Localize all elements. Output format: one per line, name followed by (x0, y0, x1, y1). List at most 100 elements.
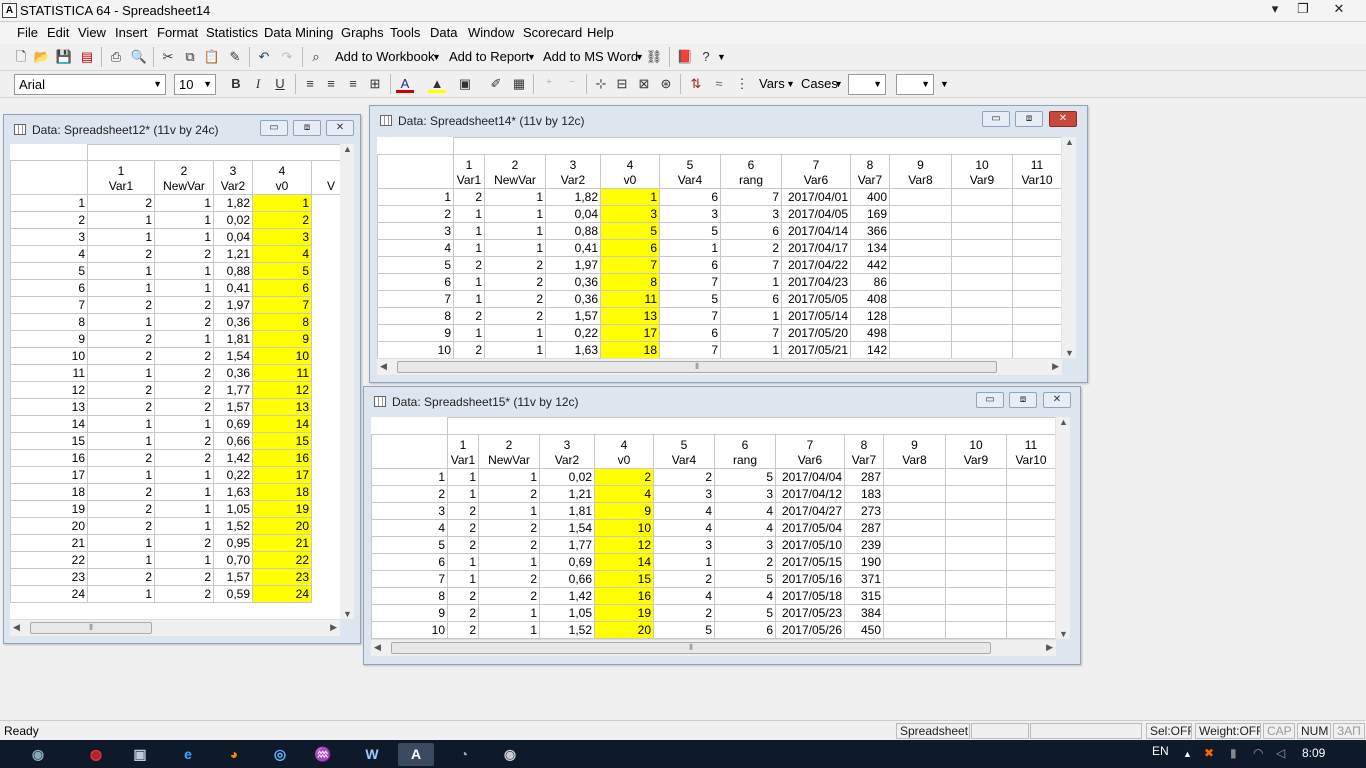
table-cell[interactable]: 1,42 (539, 587, 595, 605)
table-cell[interactable]: 1 (484, 205, 546, 223)
ie-icon[interactable]: e (170, 743, 206, 766)
table-cell[interactable]: 13 (600, 307, 660, 325)
table-cell[interactable]: 0,95 (213, 534, 253, 552)
table-cell[interactable]: 0,66 (539, 570, 595, 588)
table-cell[interactable]: 1,77 (213, 381, 253, 399)
table-cell[interactable]: 273 (844, 502, 884, 520)
table-row[interactable]: 4 1 1 0,41 6 1 2 2017/04/17 134 (377, 239, 1061, 257)
table-cell[interactable]: 2 (478, 536, 540, 554)
column-header[interactable]: 4 v0 (594, 434, 654, 469)
table-cell[interactable]: 4 (252, 245, 312, 263)
table-cell[interactable] (889, 290, 952, 308)
table-cell[interactable]: 0,59 (213, 585, 253, 603)
font-size-select[interactable]: 10 ▼ (174, 74, 216, 95)
table-cell[interactable]: 1 (484, 239, 546, 257)
column-header[interactable]: 4 v0 (600, 154, 660, 189)
menu-view[interactable]: View (78, 25, 106, 40)
row-number[interactable]: 2 (377, 205, 454, 223)
table-cell[interactable]: 12 (252, 381, 312, 399)
table-cell[interactable] (945, 485, 1007, 503)
table-row[interactable]: 14 1 1 0,69 14 (10, 415, 348, 433)
table-cell[interactable]: 3 (600, 205, 660, 223)
row-number[interactable]: 12 (10, 381, 88, 399)
table-row[interactable]: 8 2 2 1,42 16 4 4 2017/05/18 315 (371, 587, 1055, 605)
table-cell[interactable]: 4 (653, 519, 715, 537)
table-cell[interactable]: 2017/05/10 (775, 536, 845, 554)
table-cell[interactable]: 3 (653, 536, 715, 554)
antivirus-icon[interactable]: ✖ (1204, 746, 1214, 760)
table-cell[interactable]: 14 (252, 415, 312, 433)
table-cell[interactable]: 1,81 (213, 330, 253, 348)
table-cell[interactable] (951, 188, 1013, 206)
table-cell[interactable]: 0,22 (545, 324, 601, 342)
table-cell[interactable]: 2 (453, 256, 485, 274)
column-header[interactable]: 7 Var6 (775, 434, 845, 469)
table-row[interactable]: 7 2 2 1,97 7 (10, 296, 348, 314)
table-cell[interactable] (1005, 536, 1055, 554)
row-number[interactable]: 19 (10, 500, 88, 518)
table-cell[interactable]: 0,70 (213, 551, 253, 569)
table-row[interactable]: 2 1 1 0,04 3 3 3 2017/04/05 169 (377, 205, 1061, 223)
table-cell[interactable]: 1,21 (539, 485, 595, 503)
table-cell[interactable]: 1 (154, 211, 214, 229)
table-cell[interactable] (1011, 222, 1061, 240)
scroll-thumb[interactable]: ⦀ (397, 361, 997, 373)
table-cell[interactable]: 287 (844, 519, 884, 537)
table-cell[interactable]: 19 (252, 500, 312, 518)
table-cell[interactable] (945, 621, 1007, 639)
row-number[interactable]: 1 (377, 188, 454, 206)
spreadsheet15-grid[interactable]: 1 Var1 2 NewVar 3 Var2 4 v0 5 Var4 6 rang 7 Var6 8 Var7… (371, 417, 1055, 639)
table-cell[interactable]: 1,57 (213, 568, 253, 586)
table-cell[interactable] (1011, 324, 1061, 342)
table-cell[interactable]: 22 (252, 551, 312, 569)
table-cell[interactable] (889, 239, 952, 257)
table-cell[interactable]: 13 (252, 398, 312, 416)
table-cell[interactable] (951, 273, 1013, 291)
table-cell[interactable]: 1,77 (539, 536, 595, 554)
table-cell[interactable]: 0,88 (545, 222, 601, 240)
table-cell[interactable]: 16 (252, 449, 312, 467)
table-cell[interactable]: 9 (594, 502, 654, 520)
table-cell[interactable] (1005, 519, 1055, 537)
table-cell[interactable]: 0,36 (213, 364, 253, 382)
paste-icon[interactable]: 📋 (203, 48, 221, 66)
table-cell[interactable]: 4 (714, 502, 776, 520)
table-cell[interactable]: 4 (714, 587, 776, 605)
table-cell[interactable]: 1 (154, 330, 214, 348)
firefox-icon[interactable]: ◕ (216, 743, 252, 766)
row-number[interactable]: 20 (10, 517, 88, 535)
table-cell[interactable]: 2 (447, 536, 479, 554)
table-cell[interactable]: 2017/04/01 (781, 188, 851, 206)
table-cell[interactable]: 10 (252, 347, 312, 365)
table-row[interactable]: 23 2 2 1,57 23 (10, 568, 348, 586)
table-cell[interactable]: 16 (594, 587, 654, 605)
menu-help[interactable]: Help (587, 25, 614, 40)
row-number[interactable]: 6 (371, 553, 448, 571)
table-cell[interactable]: 2 (594, 468, 654, 486)
table-cell[interactable]: 12 (594, 536, 654, 554)
table-cell[interactable]: 2 (453, 341, 485, 358)
table-row[interactable]: 12 2 2 1,77 12 (10, 381, 348, 399)
table-cell[interactable]: 2 (87, 296, 155, 314)
table-cell[interactable]: 10 (594, 519, 654, 537)
minimize-icon[interactable]: ▭ (260, 120, 288, 136)
column-header[interactable]: 3 Var2 (545, 154, 601, 189)
table-cell[interactable]: 20 (594, 621, 654, 639)
table-cell[interactable]: 1,57 (213, 398, 253, 416)
table-cell[interactable] (951, 324, 1013, 342)
table-cell[interactable]: 11 (600, 290, 660, 308)
chevron-down-icon[interactable]: ▼ (527, 52, 536, 62)
table-cell[interactable] (1011, 290, 1061, 308)
table-cell[interactable]: 1 (87, 551, 155, 569)
table-cell[interactable]: 0,36 (213, 313, 253, 331)
open-icon[interactable]: 📂 (33, 48, 51, 66)
table-cell[interactable]: 5 (600, 222, 660, 240)
row-number[interactable]: 9 (10, 330, 88, 348)
app-task-icon[interactable]: ◔ (446, 743, 482, 766)
table-cell[interactable] (883, 502, 946, 520)
table-cell[interactable] (889, 307, 952, 325)
table-row[interactable]: 17 1 1 0,22 17 (10, 466, 348, 484)
table-cell[interactable] (883, 621, 946, 639)
table-cell[interactable] (1005, 468, 1055, 486)
table-cell[interactable] (1005, 621, 1055, 639)
